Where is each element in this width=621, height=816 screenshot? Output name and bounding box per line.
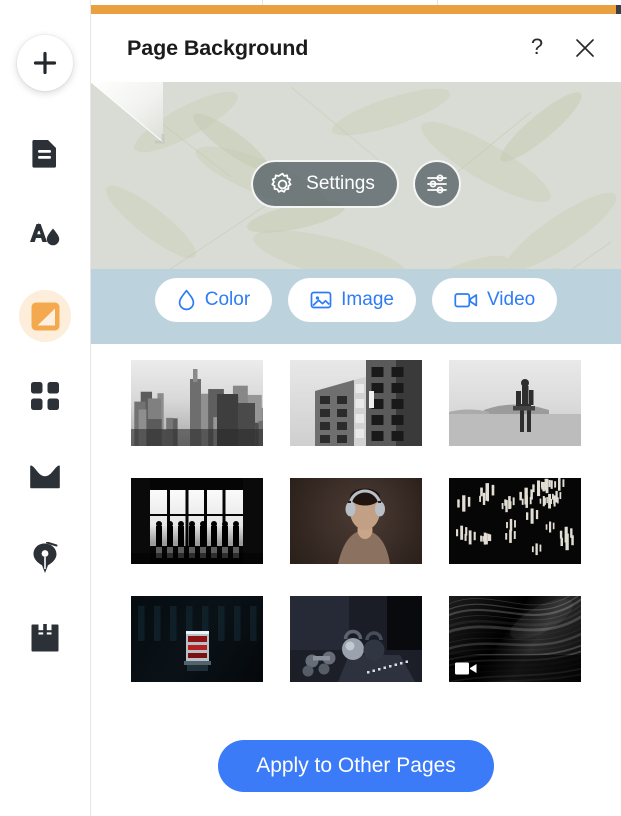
video-badge-icon <box>455 661 477 676</box>
sidebar-item-save[interactable] <box>0 610 90 666</box>
dialog-header-actions: ? <box>523 34 599 62</box>
preview-actions: Settings <box>91 160 621 208</box>
active-page-orange-bar <box>90 5 616 14</box>
text-color-droplet-icon <box>30 223 60 246</box>
sidebar-item-pages[interactable] <box>0 125 90 181</box>
thumbnail-row <box>131 596 581 682</box>
help-button[interactable]: ? <box>523 34 551 62</box>
thumbnail-row <box>131 360 581 446</box>
sidebar-item-mail[interactable] <box>0 448 90 504</box>
thumbnail-cactus-pattern[interactable] <box>449 478 581 564</box>
grid-squares-icon <box>31 382 59 410</box>
sidebar-item-draw[interactable] <box>0 530 90 586</box>
tab-color[interactable]: Color <box>154 278 273 322</box>
document-icon <box>32 140 56 168</box>
thumbnail-dark-abstract-video[interactable] <box>449 596 581 682</box>
dialog-footer: Apply to Other Pages <box>91 740 621 792</box>
add-button[interactable] <box>17 35 73 91</box>
thumbnail-man-with-headphones[interactable] <box>290 478 422 564</box>
thumbnail-image <box>290 478 422 564</box>
sidebar-selected-indicator <box>19 290 71 342</box>
plus-icon <box>33 51 57 75</box>
app-root: Page Background ? Settings Color Image V… <box>0 0 621 816</box>
adjust-button[interactable] <box>412 160 461 208</box>
sidebar-item-text-color[interactable] <box>0 207 90 263</box>
page-background-icon <box>31 302 59 330</box>
thumbnail-image <box>449 478 581 564</box>
thumbnail-gym-equipment[interactable] <box>290 596 422 682</box>
droplet-icon <box>178 289 194 311</box>
thumbnail-desert-figure[interactable] <box>449 360 581 446</box>
left-sidebar <box>0 0 90 816</box>
apply-to-other-pages-button[interactable]: Apply to Other Pages <box>218 740 494 792</box>
gear-icon <box>271 172 292 193</box>
pen-nib-icon <box>33 542 58 573</box>
thumbnail-architecture-building[interactable] <box>290 360 422 446</box>
dialog-header: Page Background ? <box>91 14 621 82</box>
sliders-icon <box>426 174 447 194</box>
thumbnail-dark-drink-glass[interactable] <box>131 596 263 682</box>
tab-image-label: Image <box>341 289 394 310</box>
thumbnail-image <box>131 360 263 446</box>
thumbnail-city-skyline[interactable] <box>131 360 263 446</box>
page-background-dialog: Page Background ? Settings Color Image V… <box>91 14 621 816</box>
background-preview[interactable]: Settings Color Image Video <box>91 82 621 344</box>
sidebar-item-background[interactable] <box>0 288 90 344</box>
orange-bar-edge <box>616 5 621 14</box>
thumbnail-image <box>290 360 422 446</box>
save-floppy-icon <box>31 624 59 652</box>
thumbnail-window-silhouettes[interactable] <box>131 478 263 564</box>
tab-color-label: Color <box>204 289 251 310</box>
sidebar-item-elements[interactable] <box>0 368 90 424</box>
background-thumbnail-grid <box>91 344 621 682</box>
thumbnail-image <box>449 360 581 446</box>
sidebar-item-add[interactable] <box>0 35 90 91</box>
envelope-icon <box>30 463 60 489</box>
thumbnail-image <box>131 596 263 682</box>
tab-video-label: Video <box>486 289 536 310</box>
close-button[interactable] <box>571 34 599 62</box>
thumbnail-row <box>131 478 581 564</box>
picture-icon <box>310 291 332 309</box>
close-icon <box>576 39 594 57</box>
settings-label: Settings <box>306 173 375 194</box>
tab-video[interactable]: Video <box>431 278 558 322</box>
video-camera-icon <box>454 293 478 308</box>
background-type-tabs: Color Image Video <box>91 278 621 322</box>
thumbnail-image <box>290 596 422 682</box>
page-curl-corner <box>91 82 165 144</box>
page-title: Page Background <box>127 35 309 60</box>
settings-button[interactable]: Settings <box>251 160 399 208</box>
thumbnail-image <box>131 478 263 564</box>
tab-image[interactable]: Image <box>288 278 416 322</box>
